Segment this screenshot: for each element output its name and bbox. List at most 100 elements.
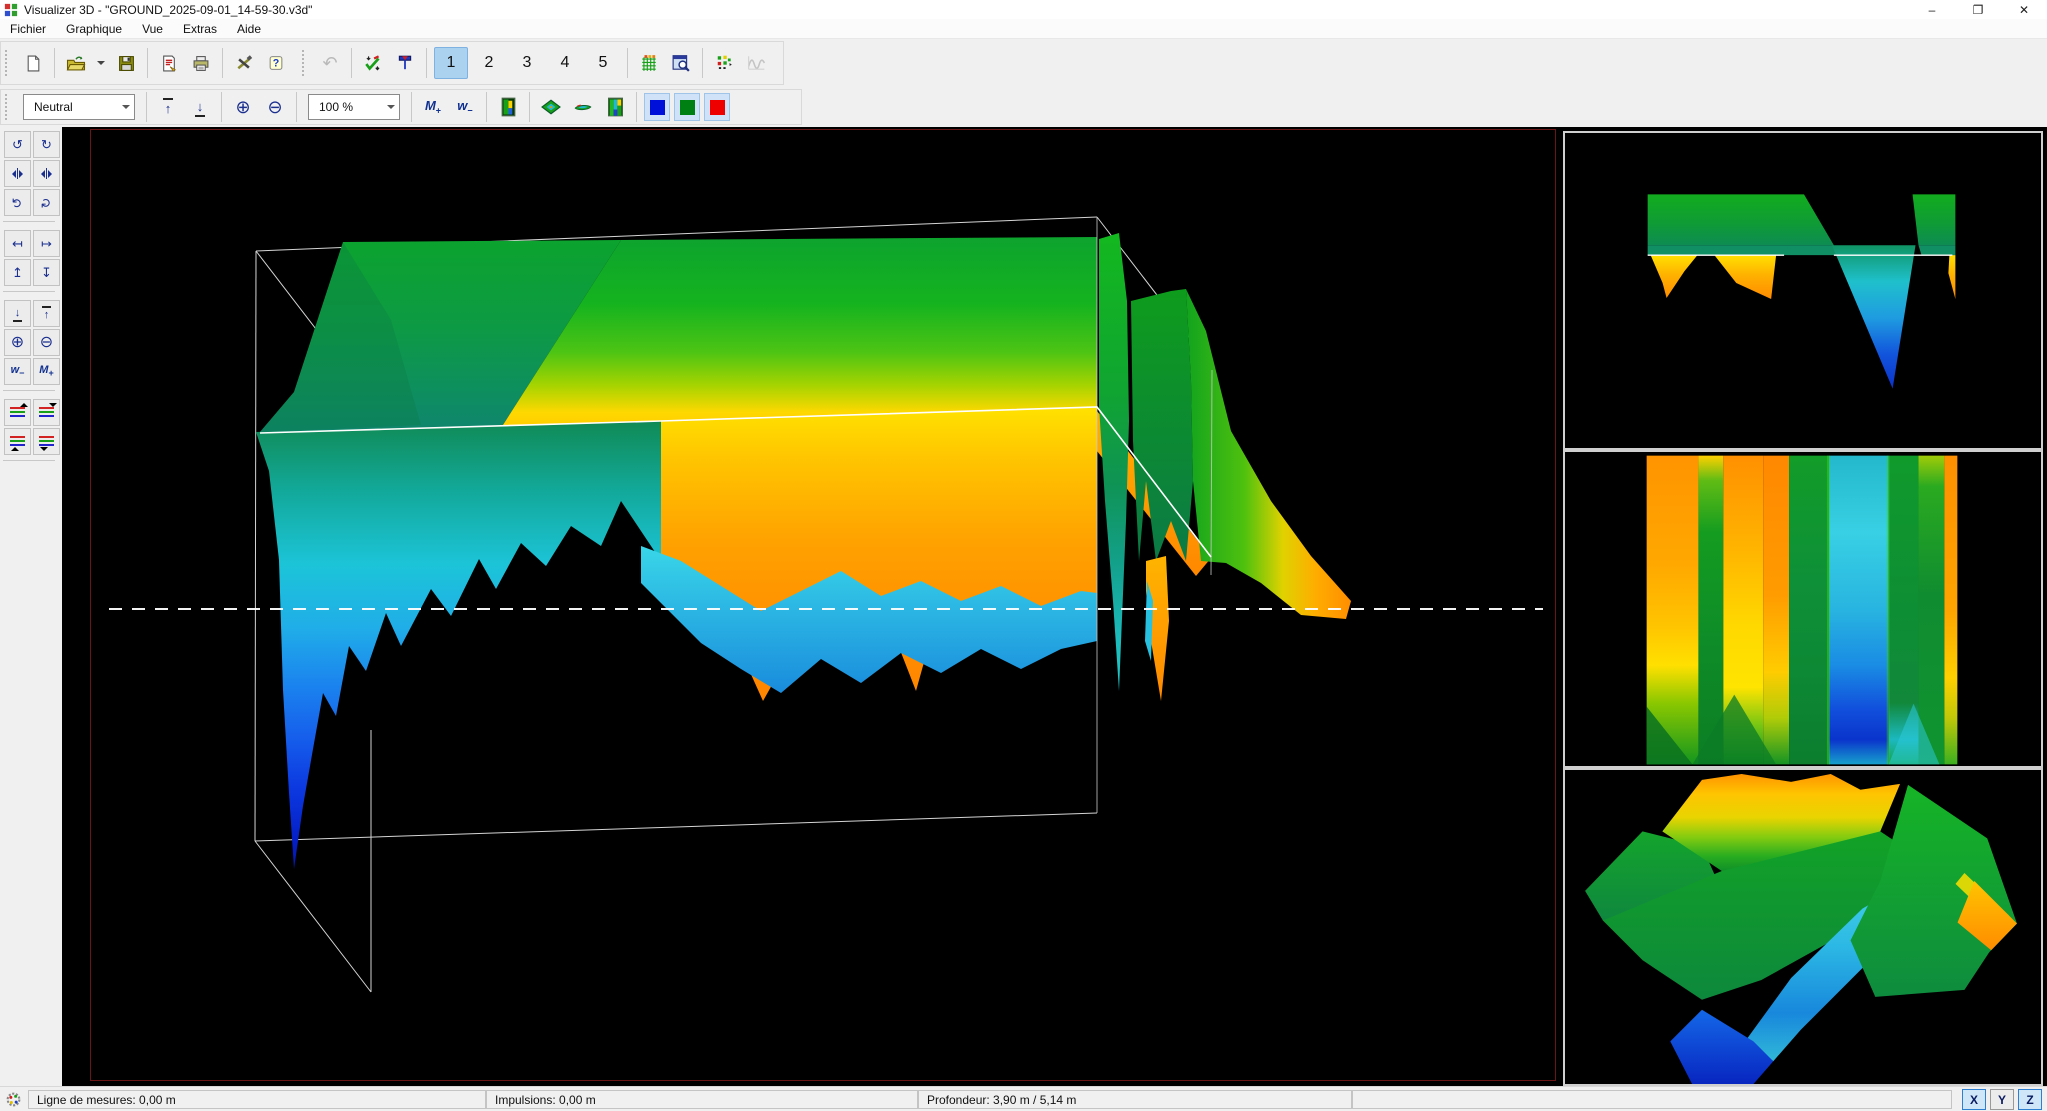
view-4-button[interactable]: 4 bbox=[548, 47, 582, 79]
rotate-ccw-icon: ↺ bbox=[10, 197, 26, 208]
layers-expand-button[interactable] bbox=[4, 428, 31, 455]
help-button[interactable]: ? bbox=[262, 47, 290, 79]
export-report-button[interactable] bbox=[155, 47, 183, 79]
axis-y-button[interactable]: Y bbox=[1990, 1089, 2014, 1110]
align-top-button[interactable]: ↑ bbox=[154, 91, 182, 123]
sidebar-signal-increase-button[interactable]: M+ bbox=[33, 358, 60, 385]
move-up-icon: ↥ bbox=[12, 265, 23, 281]
top-view-panel[interactable] bbox=[1563, 450, 2043, 768]
maximize-button[interactable]: ❐ bbox=[1955, 0, 2001, 19]
depth-down-button[interactable]: ↓ bbox=[4, 300, 31, 327]
signal-decrease-button[interactable]: w− bbox=[451, 91, 479, 123]
view-2-button[interactable]: 2 bbox=[472, 47, 506, 79]
view-3d-small-button[interactable] bbox=[494, 91, 522, 123]
view-top-small-button[interactable] bbox=[601, 91, 629, 123]
depth-up-button[interactable]: ↑ bbox=[33, 300, 60, 327]
window-title: Visualizer 3D - "GROUND_2025-09-01_14-59… bbox=[24, 3, 312, 17]
menu-vue[interactable]: Vue bbox=[132, 19, 173, 38]
view-1-button[interactable]: 1 bbox=[434, 47, 468, 79]
close-button[interactable]: ✕ bbox=[2001, 0, 2047, 19]
zoom-in-icon: ⊕ bbox=[235, 98, 250, 116]
axis-x-button[interactable]: X bbox=[1962, 1089, 1986, 1110]
menu-aide[interactable]: Aide bbox=[227, 19, 271, 38]
layers-expand-icon bbox=[10, 434, 26, 449]
zoom-out-icon: ⊖ bbox=[40, 335, 53, 351]
undo-icon: ↶ bbox=[322, 54, 337, 72]
layers-down-icon bbox=[39, 405, 55, 420]
front-teal-strip-right bbox=[1919, 245, 1956, 255]
grid-view-button[interactable] bbox=[635, 47, 663, 79]
marker-button[interactable] bbox=[391, 47, 419, 79]
front-green-band-right bbox=[1913, 194, 1956, 245]
scatter-mode-button[interactable] bbox=[710, 47, 738, 79]
rotate-y-left-button[interactable] bbox=[4, 160, 31, 187]
undo-button[interactable]: ↶ bbox=[316, 47, 344, 79]
main-3d-view[interactable] bbox=[90, 129, 1556, 1081]
layers-compress-icon bbox=[39, 434, 55, 449]
sidebar-zoom-out-button[interactable]: ⊖ bbox=[33, 329, 60, 356]
red-channel-icon bbox=[710, 100, 725, 115]
rotate-x-up-button[interactable]: ↺ bbox=[4, 131, 31, 158]
open-file-button[interactable] bbox=[62, 47, 90, 79]
channel-blue-button[interactable] bbox=[644, 93, 670, 121]
status-gear-icon bbox=[5, 1091, 22, 1108]
print-preview-button[interactable] bbox=[667, 47, 695, 79]
view-5-button[interactable]: 5 bbox=[586, 47, 620, 79]
front-view-panel[interactable] bbox=[1563, 131, 2043, 450]
channel-red-button[interactable] bbox=[704, 93, 730, 121]
zoom-in-button[interactable]: ⊕ bbox=[229, 91, 257, 123]
zoom-out-button[interactable]: ⊖ bbox=[261, 91, 289, 123]
move-down-button[interactable]: ↧ bbox=[33, 259, 60, 286]
perspective-view-panel[interactable] bbox=[1563, 768, 2043, 1086]
grid-icon bbox=[640, 54, 658, 72]
rotate-y-right-button[interactable] bbox=[33, 160, 60, 187]
move-left-button[interactable]: ↤ bbox=[4, 230, 31, 257]
sidebar-zoom-in-button[interactable]: ⊕ bbox=[4, 329, 31, 356]
signal-plus-icon: M+ bbox=[39, 364, 53, 378]
move-up-button[interactable]: ↥ bbox=[4, 259, 31, 286]
minimize-button[interactable]: – bbox=[1909, 0, 1955, 19]
signal-increase-button[interactable]: M+ bbox=[419, 91, 447, 123]
axis-z-button[interactable]: Z bbox=[2018, 1089, 2042, 1110]
view-perspective-button[interactable] bbox=[537, 91, 565, 123]
new-file-button[interactable] bbox=[19, 47, 47, 79]
rotate-up-icon: ↺ bbox=[12, 137, 23, 153]
navigation-sidebar: ↺ ↻ ↺ ↻ ↤ ↦ ↥ ↧ ↓ ↑ ⊕ ⊖ w− M+ bbox=[0, 127, 63, 1086]
signal-curves-button[interactable] bbox=[742, 47, 770, 79]
sidebar-signal-decrease-button[interactable]: w− bbox=[4, 358, 31, 385]
chevron-down-icon bbox=[387, 105, 395, 113]
layers-compress-button[interactable] bbox=[33, 428, 60, 455]
menu-extras[interactable]: Extras bbox=[173, 19, 227, 38]
align-bottom-button[interactable]: ↓ bbox=[186, 91, 214, 123]
rotate-z-cw-button[interactable]: ↻ bbox=[33, 189, 60, 216]
view-3-button[interactable]: 3 bbox=[510, 47, 544, 79]
palette-select[interactable]: Neutral bbox=[23, 94, 135, 120]
zoom-level-value: 100 % bbox=[319, 100, 353, 114]
move-left-icon: ↤ bbox=[12, 236, 23, 252]
mini-heatmap-icon bbox=[607, 97, 624, 117]
layers-shift-up-button[interactable] bbox=[4, 399, 31, 426]
curves-icon bbox=[747, 54, 766, 72]
save-button[interactable] bbox=[112, 47, 140, 79]
rotate-x-down-button[interactable]: ↻ bbox=[33, 131, 60, 158]
validate-measure-button[interactable] bbox=[359, 47, 387, 79]
view-flat-button[interactable] bbox=[569, 91, 597, 123]
move-right-button[interactable]: ↦ bbox=[33, 230, 60, 257]
rotate-z-ccw-button[interactable]: ↺ bbox=[4, 189, 31, 216]
layers-up-icon bbox=[10, 405, 26, 420]
open-file-dropdown[interactable] bbox=[94, 47, 108, 79]
options-button[interactable] bbox=[230, 47, 258, 79]
zoom-level-select[interactable]: 100 % bbox=[308, 94, 400, 120]
menu-fichier[interactable]: Fichier bbox=[0, 19, 56, 38]
status-depth: Profondeur: 3,90 m / 5,14 m bbox=[918, 1090, 1352, 1109]
channel-green-button[interactable] bbox=[674, 93, 700, 121]
tools-icon bbox=[235, 55, 253, 72]
report-icon bbox=[160, 55, 178, 72]
scatter-points-icon bbox=[715, 54, 734, 72]
layers-shift-down-button[interactable] bbox=[33, 399, 60, 426]
mini-map-icon bbox=[501, 97, 516, 117]
print-button[interactable] bbox=[187, 47, 215, 79]
toolbar-grip bbox=[5, 50, 11, 76]
blue-channel-icon bbox=[650, 100, 665, 115]
menu-graphique[interactable]: Graphique bbox=[56, 19, 132, 38]
